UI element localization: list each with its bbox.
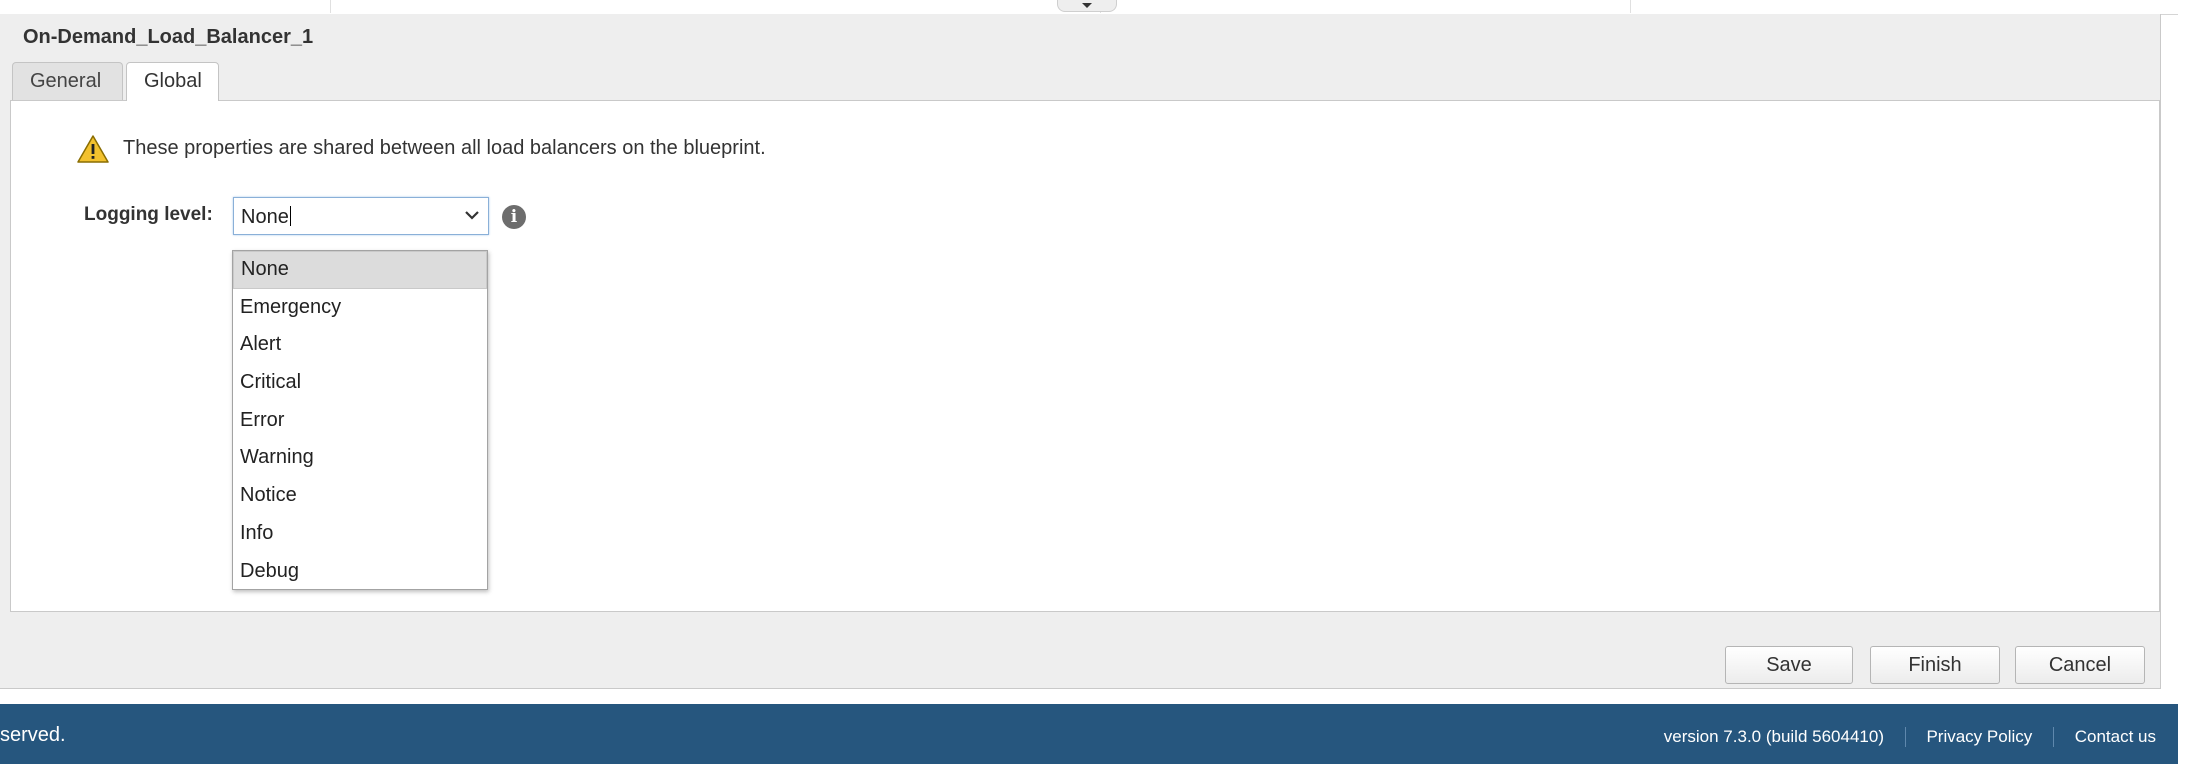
dialog-button-bar: Save Finish Cancel bbox=[0, 612, 2160, 688]
option-notice[interactable]: Notice bbox=[233, 477, 487, 515]
option-debug[interactable]: Debug bbox=[233, 553, 487, 591]
window-edge bbox=[2178, 0, 2204, 764]
chevron-down-icon[interactable] bbox=[462, 205, 482, 225]
option-error[interactable]: Error bbox=[233, 402, 487, 440]
splitter-collapse-handle[interactable] bbox=[1057, 0, 1117, 12]
chevron-down-icon bbox=[1082, 3, 1092, 8]
properties-panel: On-Demand_Load_Balancer_1 General Global… bbox=[0, 14, 2161, 689]
option-warning[interactable]: Warning bbox=[233, 439, 487, 477]
finish-button[interactable]: Finish bbox=[1870, 646, 2000, 684]
privacy-policy-link[interactable]: Privacy Policy bbox=[1926, 727, 2032, 747]
footer-links: version 7.3.0 (build 5604410) Privacy Po… bbox=[1664, 726, 2156, 747]
option-alert[interactable]: Alert bbox=[233, 326, 487, 364]
info-circle-icon[interactable]: i bbox=[502, 205, 526, 229]
logging-level-value: None bbox=[241, 206, 291, 228]
panel-title: On-Demand_Load_Balancer_1 bbox=[23, 26, 314, 48]
warning-triangle-icon bbox=[77, 135, 109, 163]
version-text: version 7.3.0 (build 5604410) bbox=[1663, 726, 1884, 746]
logging-level-label: Logging level: bbox=[84, 204, 213, 225]
tab-global[interactable]: Global bbox=[126, 62, 219, 101]
copyright-text: served. bbox=[0, 724, 66, 746]
footer-divider bbox=[2053, 726, 2054, 747]
grid-column-divider bbox=[1630, 0, 1631, 13]
contact-us-link[interactable]: Contact us bbox=[2075, 727, 2156, 747]
option-emergency[interactable]: Emergency bbox=[233, 289, 487, 327]
save-button[interactable]: Save bbox=[1725, 646, 1853, 684]
cancel-button[interactable]: Cancel bbox=[2015, 646, 2145, 684]
grid-column-divider bbox=[330, 0, 331, 13]
page-footer: served. version 7.3.0 (build 5604410) Pr… bbox=[0, 704, 2178, 764]
option-critical[interactable]: Critical bbox=[233, 364, 487, 402]
shared-properties-warning: These properties are shared between all … bbox=[123, 137, 766, 159]
tab-general[interactable]: General bbox=[12, 62, 123, 100]
footer-divider bbox=[1904, 726, 1906, 747]
logging-level-select[interactable]: None bbox=[233, 197, 489, 235]
logging-level-options: None Emergency Alert Critical Error Warn… bbox=[232, 250, 488, 590]
option-info[interactable]: Info bbox=[233, 515, 487, 553]
option-none[interactable]: None bbox=[233, 251, 487, 289]
